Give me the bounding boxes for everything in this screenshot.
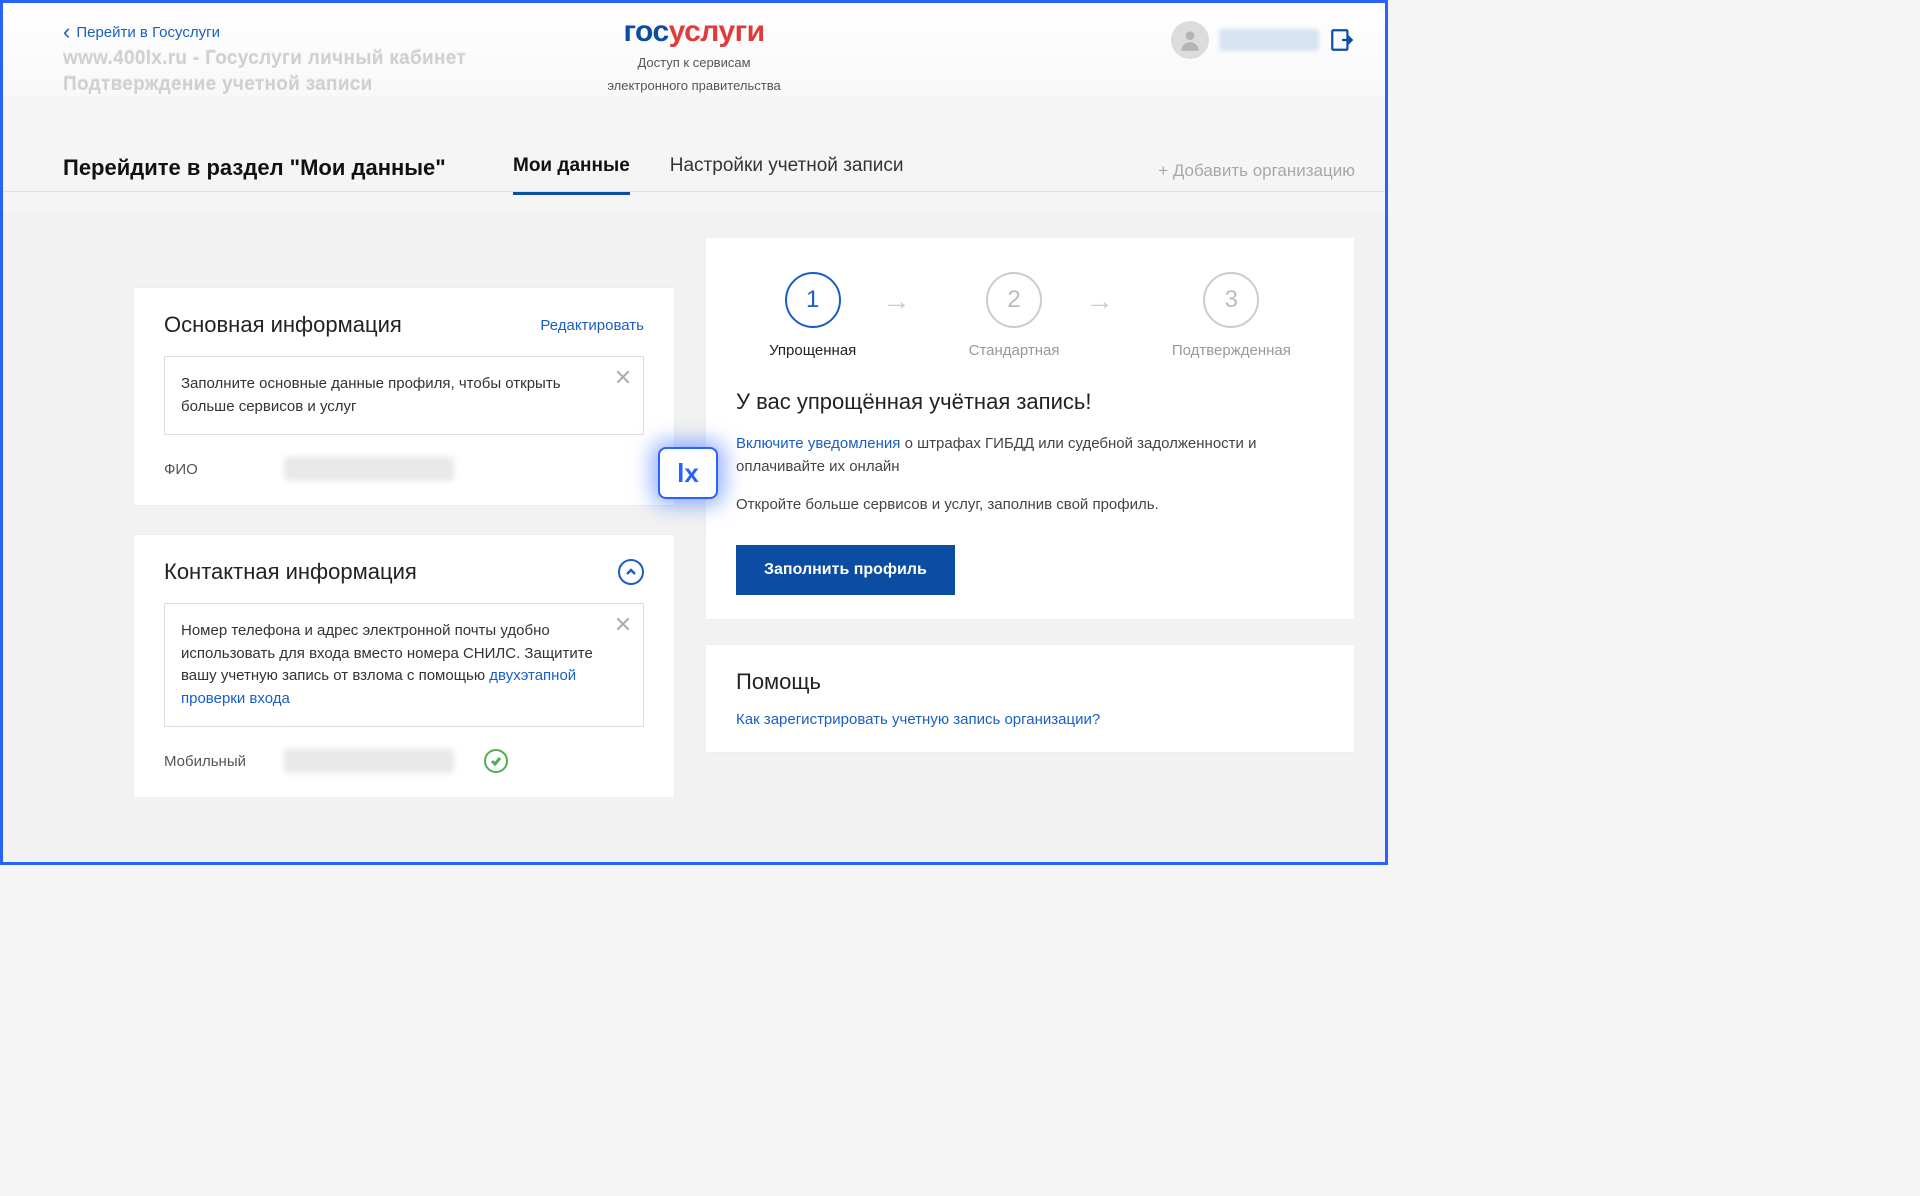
back-to-gosuslugi-link[interactable]: Перейти в Госуслуги bbox=[63, 21, 220, 43]
logo-subtitle-1: Доступ к сервисам bbox=[607, 55, 780, 72]
username-redacted bbox=[1219, 29, 1319, 51]
mobile-value-redacted bbox=[284, 749, 454, 773]
step-2-number: 2 bbox=[986, 272, 1042, 328]
contact-info-card: Контактная информация Номер телефона и а… bbox=[133, 534, 675, 798]
step-1-label: Упрощенная bbox=[769, 342, 856, 359]
verified-check-icon bbox=[484, 749, 508, 773]
logo-subtitle-2: электронного правительства bbox=[607, 78, 780, 95]
close-icon[interactable] bbox=[613, 614, 633, 634]
fill-profile-button[interactable]: Заполнить профиль bbox=[736, 545, 955, 595]
arrow-icon: → bbox=[882, 285, 942, 317]
step-1-number: 1 bbox=[785, 272, 841, 328]
logout-icon[interactable] bbox=[1329, 27, 1355, 53]
add-organization-link[interactable]: + Добавить организацию bbox=[1158, 161, 1355, 181]
lx-watermark-badge: lx bbox=[658, 447, 718, 499]
contact-info-hint-box: Номер телефона и адрес электронной почты… bbox=[164, 603, 644, 727]
basic-info-hint-box: Заполните основные данные профиля, чтобы… bbox=[164, 356, 644, 435]
user-avatar[interactable] bbox=[1171, 21, 1209, 59]
help-link-org-register[interactable]: Как зарегистрировать учетную запись орга… bbox=[736, 711, 1324, 728]
help-title: Помощь bbox=[736, 669, 1324, 695]
help-card: Помощь Как зарегистрировать учетную запи… bbox=[705, 644, 1355, 753]
open-more-text: Откройте больше сервисов и услуг, заполн… bbox=[736, 494, 1324, 517]
basic-info-card: Основная информация Редактировать Заполн… bbox=[133, 287, 675, 506]
step-3: 3 Подтвержденная bbox=[1172, 272, 1291, 359]
step-2: 2 Стандартная bbox=[969, 272, 1060, 359]
logo-part-gos: гос bbox=[623, 15, 668, 48]
fio-value-redacted bbox=[284, 457, 454, 481]
step-2-label: Стандартная bbox=[969, 342, 1060, 359]
step-3-number: 3 bbox=[1203, 272, 1259, 328]
collapse-button[interactable] bbox=[618, 559, 644, 585]
account-status-card: 1 Упрощенная → 2 Стандартная → 3 Подтвер… bbox=[705, 237, 1355, 620]
logo-part-uslugi: услуги bbox=[669, 15, 765, 48]
fio-label: ФИО bbox=[164, 461, 254, 478]
edit-basic-info-link[interactable]: Редактировать bbox=[540, 317, 644, 334]
contact-info-title: Контактная информация bbox=[164, 559, 417, 585]
enable-notifications-link[interactable]: Включите уведомления bbox=[736, 435, 900, 452]
close-icon[interactable] bbox=[613, 367, 633, 387]
step-1: 1 Упрощенная bbox=[769, 272, 856, 359]
tab-my-data[interactable]: Мои данные bbox=[513, 155, 630, 195]
arrow-icon: → bbox=[1086, 285, 1146, 317]
step-3-label: Подтвержденная bbox=[1172, 342, 1291, 359]
basic-info-hint-text: Заполните основные данные профиля, чтобы… bbox=[181, 375, 561, 415]
instruction-heading-1: Перейдите в раздел "Мои данные" bbox=[63, 155, 446, 181]
tabs-divider bbox=[3, 191, 1385, 192]
tab-account-settings[interactable]: Настройки учетной записи bbox=[670, 155, 904, 195]
verification-steps: 1 Упрощенная → 2 Стандартная → 3 Подтвер… bbox=[736, 262, 1324, 379]
basic-info-title: Основная информация bbox=[164, 312, 402, 338]
mobile-label: Мобильный bbox=[164, 753, 254, 770]
site-logo: госуслуги Доступ к сервисам электронного… bbox=[607, 15, 780, 95]
account-status-title: У вас упрощённая учётная запись! bbox=[736, 389, 1324, 415]
